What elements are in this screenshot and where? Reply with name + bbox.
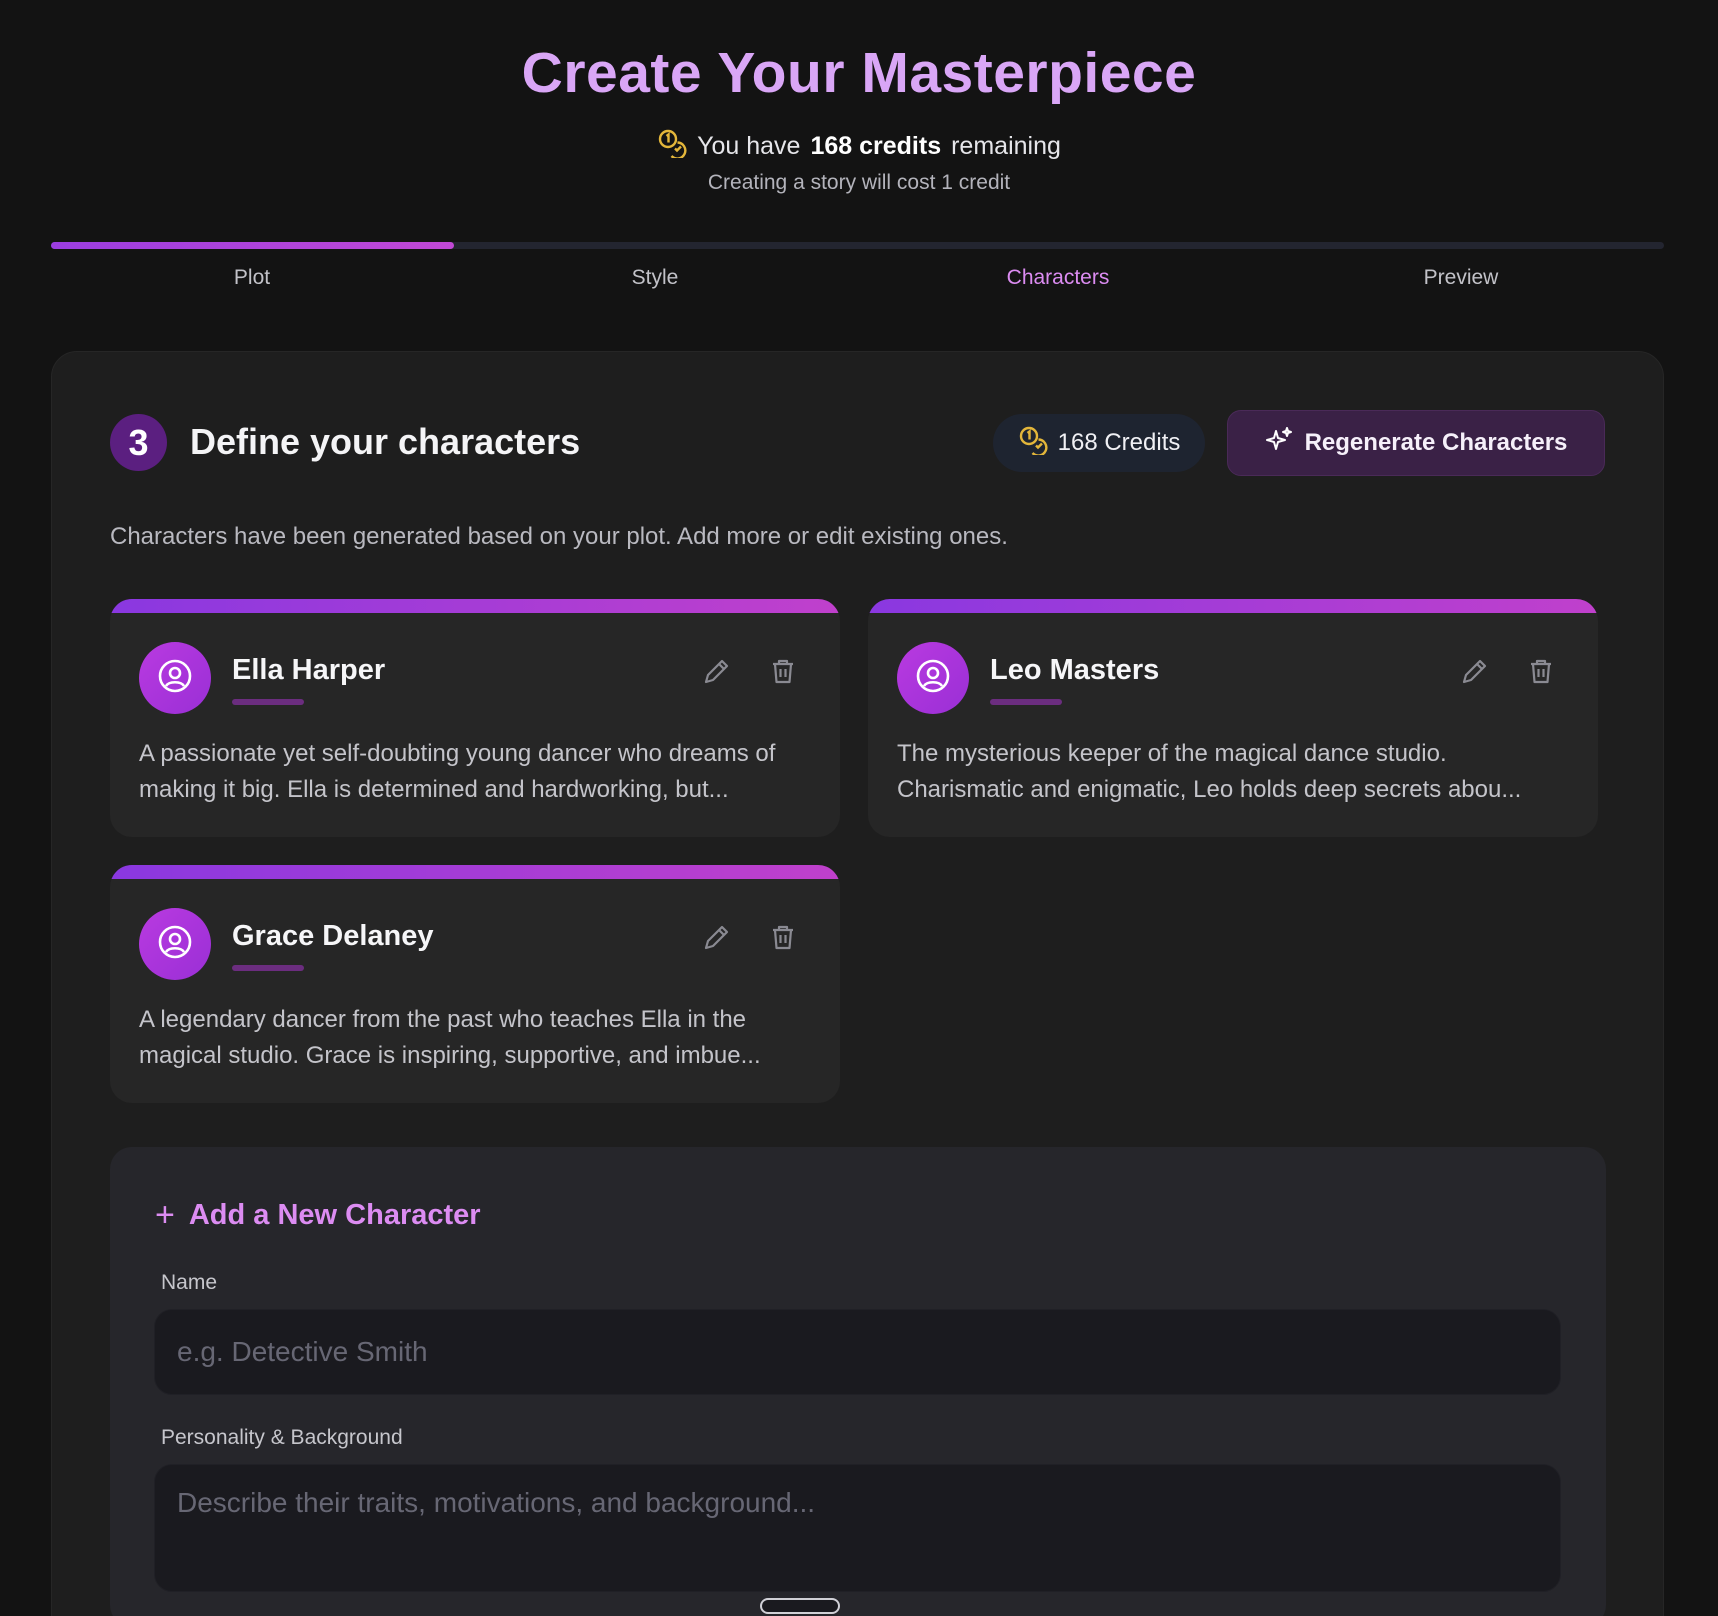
step-characters[interactable]: Characters [1007,266,1110,290]
trash-icon[interactable] [768,922,798,957]
credits-pill: 168 Credits [993,414,1205,472]
section-title: Define your characters [190,421,581,462]
card-accent-bar [110,599,840,613]
background-label: Personality & Background [161,1426,403,1449]
name-underline [990,699,1062,705]
section-description: Characters have been generated based on … [110,523,1008,550]
name-field[interactable] [154,1309,1561,1395]
progress-bar [51,242,1664,249]
coins-icon [657,128,687,165]
pencil-icon[interactable] [1460,656,1490,691]
character-name: Ella Harper [232,654,386,686]
coins-icon [1018,425,1048,462]
character-description: A passionate yet self-doubting young dan… [139,740,776,803]
background-field[interactable] [154,1464,1561,1592]
pencil-icon[interactable] [702,656,732,691]
character-card[interactable]: Grace Delaney A legendary dancer from th… [110,865,840,1103]
step-style[interactable]: Style [632,266,679,290]
name-underline [232,965,304,971]
card-accent-bar [110,865,840,879]
trash-icon[interactable] [768,656,798,691]
avatar [139,642,211,714]
sparkles-icon [1265,426,1293,461]
step-preview[interactable]: Preview [1424,266,1499,290]
step-plot[interactable]: Plot [234,266,270,290]
step-number-badge: 3 [110,414,167,471]
credits-amount: 168 credits [810,132,942,160]
credits-pill-label: 168 Credits [1057,429,1181,456]
resize-handle[interactable] [760,1598,840,1614]
trash-icon[interactable] [1526,656,1556,691]
page: Create Your Masterpiece You have 168 cre… [0,0,1718,1616]
add-character-toggle[interactable]: + Add a New Character [155,1196,481,1235]
page-title: Create Your Masterpiece [521,41,1197,105]
progress-fill [51,242,455,249]
character-name: Grace Delaney [232,920,434,952]
character-name: Leo Masters [990,654,1160,686]
avatar [897,642,969,714]
user-circle-icon [157,658,193,699]
user-circle-icon [915,658,951,699]
character-description: The mysterious keeper of the magical dan… [897,740,1522,803]
add-character-title: Add a New Character [188,1199,481,1231]
credits-summary: You have 168 credits remaining [0,128,1718,165]
regenerate-characters-button[interactable]: Regenerate Characters [1227,410,1605,476]
avatar [139,908,211,980]
character-card[interactable]: Leo Masters The mysterious keeper of the… [868,599,1598,837]
plus-icon: + [155,1196,175,1234]
character-description: A legendary dancer from the past who tea… [139,1006,761,1069]
pencil-icon[interactable] [702,922,732,957]
cost-note: Creating a story will cost 1 credit [707,171,1011,194]
credits-suffix: remaining [951,132,1061,160]
name-underline [232,699,304,705]
name-label: Name [161,1271,218,1294]
credits-prefix: You have [697,132,801,160]
card-accent-bar [868,599,1598,613]
regenerate-label: Regenerate Characters [1304,429,1568,456]
user-circle-icon [157,924,193,965]
character-card[interactable]: Ella Harper A passionate yet self-doubti… [110,599,840,837]
